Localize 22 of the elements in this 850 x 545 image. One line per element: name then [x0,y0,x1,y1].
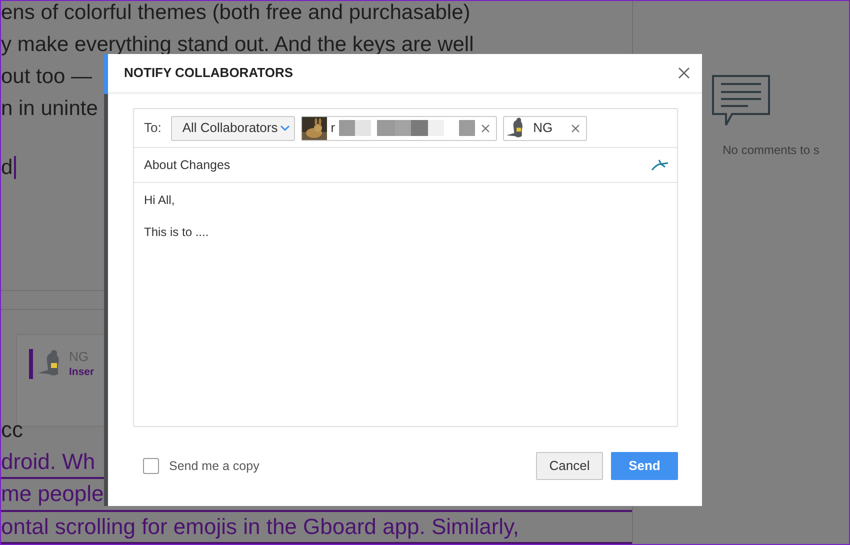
recipient-chip: NG [503,116,587,140]
subject-field[interactable]: About Changes [144,156,230,174]
to-label: To: [144,119,162,138]
document-text: ens of colorful themes (both free and purchasable) [1,1,470,24]
document-text: n in uninte [1,97,98,120]
document-text: y make everything stand out. And the keys are well [1,33,474,56]
empty-comments-text: No comments to s [722,142,820,159]
document-text: cc [1,416,23,442]
dialog-title: NOTIFY COLLABORATORS [124,64,293,82]
recipient-dropdown[interactable]: All Collaborators [171,116,295,140]
send-copy-label: Send me a copy [169,458,260,475]
send-copy-checkbox[interactable] [143,458,159,474]
recipient-chip: r [300,116,498,140]
inserted-text: ontal scrolling for emojis in the Gboard app. Similarly, [1,512,632,544]
comment-action: Inser [69,365,94,380]
chevron-down-icon [280,124,290,132]
comment-icon [712,75,770,127]
cancel-button[interactable]: Cancel [536,452,603,480]
document-text: out too — [1,65,92,88]
document-text: d [1,156,16,180]
swoosh-icon [651,159,669,171]
message-body[interactable]: Hi All, This is to .... [134,183,677,265]
